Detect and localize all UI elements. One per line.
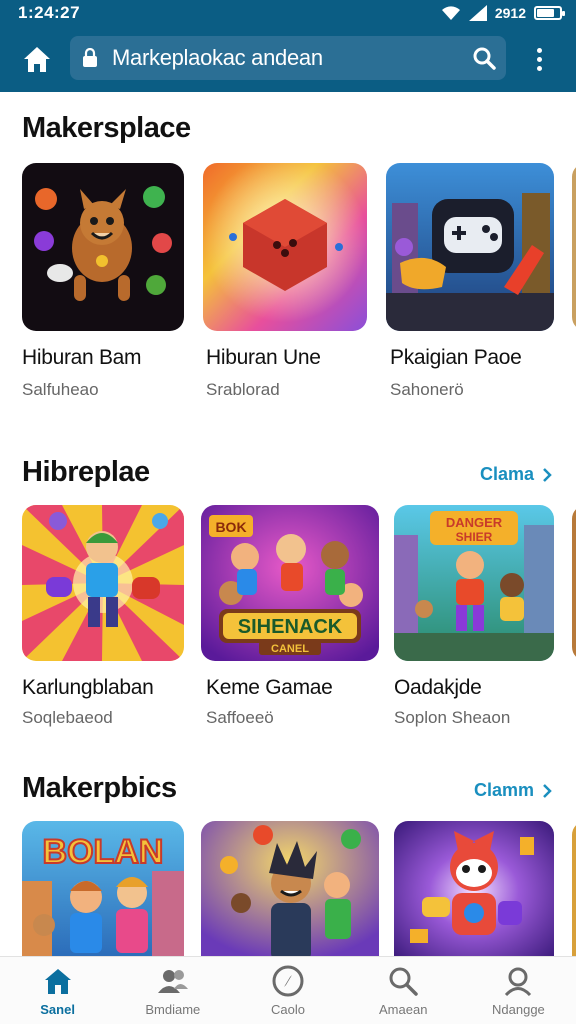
see-all-label[interactable]: Clamm [474,780,534,801]
see-all-link[interactable]: Clama [480,464,552,485]
search-icon [473,47,496,70]
app-artwork [572,505,576,661]
app-subtitle: Sahonerö [390,380,464,399]
see-all-link[interactable]: Clamm [474,780,552,801]
app-tile-partial[interactable] [572,505,576,661]
home-button[interactable] [18,42,56,76]
app-subtitle: Salfuheao [22,380,99,399]
app-tile-partial[interactable] [572,821,576,956]
section-title: Hibreplae [22,456,150,488]
home-icon [24,47,50,72]
nav-item-home[interactable]: Sanel [0,957,115,1024]
dot [536,65,542,71]
app-tile-partial[interactable] [572,163,576,331]
nav-item-search[interactable]: Amaean [346,957,461,1024]
tile-text: BOLAN [43,833,164,871]
status-signal-text: 2912 [494,5,526,21]
nav-item-people[interactable]: Bmdiame [115,957,230,1024]
app-tile-oadakjde[interactable]: DANGER SHIER [394,505,554,661]
address-bar[interactable]: Markeрlaokac andean [70,36,506,80]
app-name[interactable]: Hiburan Une [206,346,321,370]
see-all-label[interactable]: Clama [480,464,534,485]
nav-label: Caolo [271,1002,305,1017]
compass-icon [272,965,304,997]
tile-text: CANEL [271,643,309,655]
tile-text: SHIER [456,530,493,544]
app-name[interactable]: Oadakjde [394,676,482,700]
app-subtitle: Soqlebaeod [22,708,113,727]
chevron-right-icon [543,467,552,482]
nav-label: Bmdiame [145,1002,201,1017]
app-artwork [203,163,367,331]
app-artwork [572,821,576,956]
tile-text: SIHENACK [238,616,343,638]
nav-label: Ndangge [492,1002,545,1017]
people-icon [157,965,189,997]
app-artwork [201,821,379,956]
nav-label: Sanel [40,1002,75,1017]
app-name[interactable]: Pkaigian Paoe [390,346,522,370]
app-artwork: BOK SIHENACK CANEL [201,505,379,661]
app-tile-hero[interactable] [201,821,379,956]
dot [536,47,542,53]
wifi-icon [441,6,460,20]
battery-level [537,9,554,17]
status-bar: 1:24:27 2912 [0,0,576,26]
section-header: Makerpbics Clamm [0,772,576,812]
chevron-right-icon [543,783,552,798]
app-artwork [386,163,554,331]
lock-icon [82,48,112,68]
tile-text: DANGER [446,515,503,530]
app-subtitle: Soplon Sheaon [394,708,511,727]
app-header: 1:24:27 2912 Markeрlaokac andean [0,0,576,92]
address-text[interactable]: Markeрlaokac andean [112,45,462,71]
section-makersplace: Makersplace Hiburan Bam Salfuheao Hibura… [0,112,576,399]
app-tile-keme-gamae[interactable]: BOK SIHENACK CANEL [201,505,379,661]
app-tile-karlungblaban[interactable] [22,505,184,661]
app-artwork [22,163,184,331]
app-tile-pkaigian-paoe[interactable] [386,163,554,331]
dot [536,56,542,62]
store-content[interactable]: Makersplace Hiburan Bam Salfuheao Hibura… [0,92,576,956]
status-time: 1:24:27 [18,3,81,22]
app-artwork: DANGER SHIER [394,505,554,661]
bottom-navigation: Sanel Bmdiame Caolo Amaean Ndangge [0,956,576,1024]
app-tile-hiburan-une[interactable] [203,163,367,331]
app-artwork: BOLAN [22,821,184,956]
search-button[interactable] [462,46,506,70]
app-name[interactable]: Karlungblaban [22,676,154,700]
nav-item-profile[interactable]: Ndangge [461,957,576,1024]
person-icon [502,965,534,997]
search-icon [387,965,419,997]
section-makerpbics: Makerpbics Clamm BOLAN [0,772,576,956]
signal-icon [468,5,487,21]
app-artwork [22,505,184,661]
app-name[interactable]: Keme Gamae [206,676,333,700]
app-name[interactable]: Hiburan Bam [22,346,142,370]
app-subtitle: Saffoeeö [206,708,274,727]
tile-text: BOK [215,519,246,535]
battery-icon [534,6,565,20]
home-icon [42,965,74,997]
app-artwork [394,821,554,956]
app-subtitle: Srablorad [206,380,280,399]
section-header: Hibreplae Clama [0,456,576,496]
app-tile-hiburan-bam[interactable] [22,163,184,331]
nav-item-compass[interactable]: Caolo [230,957,345,1024]
status-right: 2912 [441,4,565,22]
section-title: Makersplace [22,112,191,144]
section-hibreplae: Hibreplae Clama Karlungblaban Soqlebaeod… [0,456,576,727]
app-tile-bolan[interactable]: BOLAN [22,821,184,956]
app-artwork [572,163,576,331]
section-title: Makerpbics [22,772,177,804]
app-tile-robot[interactable] [394,821,554,956]
section-header: Makersplace [0,112,576,152]
nav-label: Amaean [379,1002,428,1017]
overflow-menu-button[interactable] [524,42,554,76]
